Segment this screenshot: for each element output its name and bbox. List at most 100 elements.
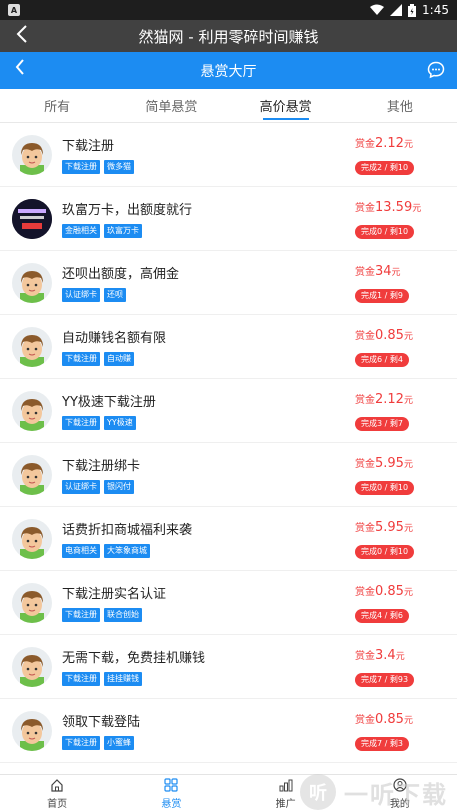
task-tag: 小蜜蜂: [104, 736, 134, 750]
bar-chart-icon: [279, 778, 293, 794]
tab-1[interactable]: 简单悬赏: [114, 89, 228, 122]
task-title: YY极速下载注册: [62, 395, 156, 410]
reward-unit: 元: [403, 459, 413, 470]
task-tag: 挂挂赚钱: [104, 672, 142, 686]
reward-prefix: 赏金: [355, 138, 375, 150]
nav-item-3[interactable]: 我的: [343, 775, 457, 812]
task-tag: 下载注册: [62, 672, 100, 686]
task-info: 下载注册 下载注册 微多猫: [62, 135, 355, 174]
task-avatar: [12, 646, 52, 687]
reward-amount: 2.12: [375, 391, 404, 407]
task-title: 下载注册绑卡: [62, 459, 141, 474]
task-row[interactable]: YY极速下载注册 下载注册 YY极速 赏金2.12元 完成3 / 剩7: [0, 379, 457, 443]
reward-amount: 5.95: [375, 455, 404, 471]
reward-unit: 元: [403, 587, 413, 598]
task-info: 下载注册绑卡 认证绑卡 银闪付: [62, 455, 355, 494]
task-tag: 电商相关: [62, 544, 100, 558]
task-title: 下载注册: [62, 139, 115, 154]
status-bar: A 1:45: [0, 0, 457, 20]
task-title: 还呗出额度，高佣金: [62, 267, 180, 282]
task-reward: 赏金5.95元: [355, 455, 445, 471]
reward-amount: 5.95: [375, 519, 404, 535]
task-reward: 赏金2.12元: [355, 135, 445, 151]
home-icon: [50, 778, 64, 794]
task-info: 玖富万卡，出额度就行金融相关 玖富万卡: [62, 199, 355, 238]
task-tag: 银闪付: [104, 480, 134, 494]
task-tags: 下载注册 YY极速: [62, 416, 355, 430]
task-tag: 微多猫: [104, 160, 134, 174]
task-tag: 下载注册: [62, 352, 100, 366]
task-reward-area: 赏金0.85元 完成6 / 剩4: [355, 327, 445, 367]
reward-prefix: 赏金: [355, 458, 375, 470]
task-tag: 联合创始: [104, 608, 142, 622]
reward-prefix: 赏金: [355, 714, 375, 726]
task-info: 下载注册实名认证 下载注册 联合创始: [62, 583, 355, 622]
task-reward-area: 赏金13.59元 完成0 / 剩10: [355, 199, 445, 239]
task-row[interactable]: 自动赚钱名额有限 下载注册 自动赚 赏金0.85元 完成6 / 剩4: [0, 315, 457, 379]
task-avatar: [12, 454, 52, 495]
reward-prefix: 赏金: [355, 266, 375, 278]
chat-bubble-icon[interactable]: [427, 61, 445, 83]
nav-item-0[interactable]: 首页: [0, 775, 114, 812]
app-notification-icon: A: [8, 4, 20, 16]
task-row[interactable]: 领取下载登陆 下载注册 小蜜蜂 赏金0.85元 完成7 / 剩3: [0, 699, 457, 763]
header-back-icon[interactable]: [10, 59, 30, 80]
task-row[interactable]: 下载注册绑卡 认证绑卡 银闪付 赏金5.95元 完成0 / 剩10: [0, 443, 457, 507]
task-reward-area: 赏金3.4元 完成7 / 剩93: [355, 647, 445, 687]
task-tag: 还呗: [104, 288, 126, 302]
task-info: 自动赚钱名额有限 下载注册 自动赚: [62, 327, 355, 366]
wifi-icon: [370, 4, 385, 15]
reward-unit: 元: [403, 715, 413, 726]
back-icon[interactable]: [10, 24, 34, 48]
task-reward-area: 赏金2.12元 完成2 / 剩10: [355, 135, 445, 175]
task-avatar: [12, 134, 52, 175]
task-row[interactable]: 话费折扣商城福利来袭 电商相关 大笨象商城 赏金5.95元 完成0 / 剩10: [0, 507, 457, 571]
reward-prefix: 赏金: [355, 586, 375, 598]
task-tags: 下载注册 挂挂赚钱: [62, 672, 355, 686]
task-reward-area: 赏金5.95元 完成0 / 剩10: [355, 519, 445, 559]
task-progress-badge: 完成7 / 剩93: [355, 672, 415, 687]
task-row[interactable]: 无需下载，免费挂机赚钱 下载注册 挂挂赚钱 赏金3.4元 完成7 / 剩93: [0, 635, 457, 699]
task-tags: 下载注册 联合创始: [62, 608, 355, 622]
task-avatar: [12, 262, 52, 303]
reward-amount: 34: [375, 263, 392, 279]
task-info: 无需下载，免费挂机赚钱 下载注册 挂挂赚钱: [62, 647, 355, 686]
reward-prefix: 赏金: [355, 394, 375, 406]
task-row[interactable]: 还呗出额度，高佣金 认证绑卡 还呗 赏金34元 完成1 / 剩9: [0, 251, 457, 315]
task-progress-badge: 完成6 / 剩4: [355, 352, 409, 367]
task-reward: 赏金0.85元: [355, 583, 445, 599]
task-row[interactable]: 下载注册 下载注册 微多猫 赏金2.12元 完成2 / 剩10: [0, 123, 457, 187]
task-tag: 认证绑卡: [62, 480, 100, 494]
task-tag: 大笨象商城: [104, 544, 150, 558]
task-tags: 下载注册 小蜜蜂: [62, 736, 355, 750]
task-info: YY极速下载注册下载注册 YY极速: [62, 391, 355, 430]
task-tags: 金融相关 玖富万卡: [62, 224, 355, 238]
task-progress-badge: 完成0 / 剩10: [355, 480, 415, 495]
tab-2[interactable]: 高价悬赏: [229, 89, 343, 122]
task-reward: 赏金0.85元: [355, 327, 445, 343]
tab-0[interactable]: 所有: [0, 89, 114, 122]
task-tags: 认证绑卡 银闪付: [62, 480, 355, 494]
task-title: 玖富万卡，出额度就行: [62, 203, 193, 218]
nav-item-1[interactable]: 悬赏: [114, 775, 228, 812]
tab-3[interactable]: 其他: [343, 89, 457, 122]
task-title: 领取下载登陆: [62, 715, 141, 730]
app-title: 然猫网 - 利用零碎时间赚钱: [138, 27, 319, 46]
task-progress-badge: 完成3 / 剩7: [355, 416, 409, 431]
reward-amount: 13.59: [375, 199, 413, 215]
nav-label: 悬赏: [161, 798, 182, 810]
reward-amount: 0.85: [375, 583, 404, 599]
task-tags: 电商相关 大笨象商城: [62, 544, 355, 558]
task-progress-badge: 完成0 / 剩10: [355, 224, 415, 239]
task-progress-badge: 完成1 / 剩9: [355, 288, 409, 303]
task-reward: 赏金3.4元: [355, 647, 445, 663]
reward-amount: 0.85: [375, 711, 404, 727]
task-row[interactable]: 玖富万卡，出额度就行金融相关 玖富万卡 赏金13.59元 完成0 / 剩10: [0, 187, 457, 251]
task-tag: YY极速: [104, 416, 136, 430]
task-row[interactable]: 下载注册实名认证 下载注册 联合创始 赏金0.85元 完成4 / 剩6: [0, 571, 457, 635]
user-icon: [393, 777, 407, 794]
nav-label: 我的: [389, 798, 410, 810]
task-avatar: [12, 390, 52, 431]
task-tag: 下载注册: [62, 160, 100, 174]
nav-item-2[interactable]: 推广: [229, 775, 343, 812]
